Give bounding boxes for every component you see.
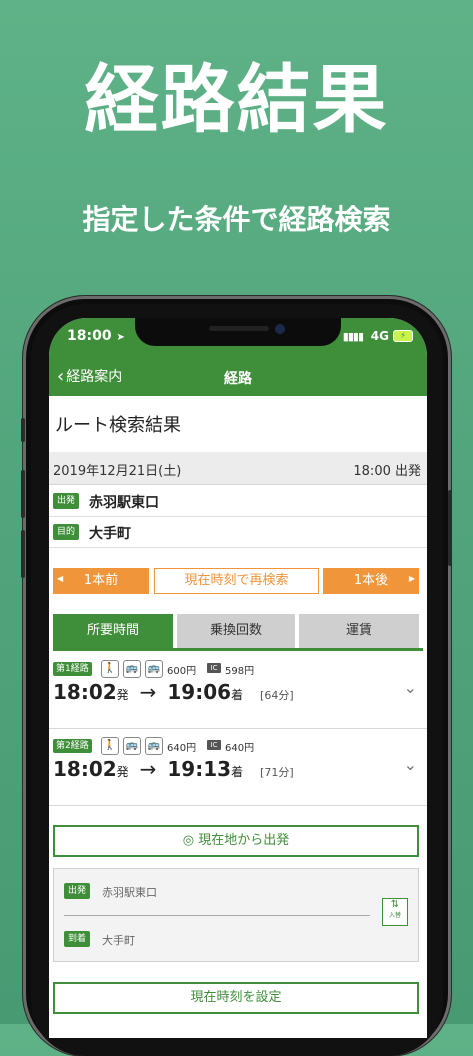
camera — [275, 324, 285, 334]
route-label: 第2経路 — [53, 739, 92, 753]
ic-card-icon: IC — [207, 663, 221, 673]
arrow-icon: → — [139, 757, 157, 781]
fare-ticket: 600円 — [167, 666, 197, 677]
notch — [135, 318, 341, 346]
form-dest-badge: 到着 — [64, 931, 91, 947]
walk-icon: 🚶 — [101, 660, 119, 678]
location-target-icon: ◎ — [182, 833, 195, 848]
form-origin-field[interactable]: 赤羽駅東口 — [102, 884, 157, 900]
depart-time: 18:02 — [53, 680, 117, 704]
next-train-label: 1本後 — [353, 573, 389, 588]
location-button-label: 現在地から出発 — [198, 833, 290, 848]
origin-row: 出発 赤羽駅東口 — [49, 486, 427, 517]
destination-badge: 目的 — [53, 524, 80, 540]
arrive-suffix: 着 — [231, 765, 244, 779]
swap-arrows-icon: ⇅ — [390, 899, 400, 910]
nav-title: 経路 — [224, 371, 252, 387]
route-duration: [64分] — [260, 689, 294, 702]
route-duration: [71分] — [260, 766, 294, 779]
destination-name: 大手町 — [89, 526, 131, 542]
swap-button[interactable]: ⇅ 入替 — [382, 898, 408, 926]
set-current-time-button[interactable]: 現在時刻を設定 — [53, 982, 419, 1014]
power-button — [448, 490, 452, 566]
next-train-button[interactable]: 1本後 ▶ — [323, 568, 419, 594]
tab-duration[interactable]: 所要時間 — [53, 614, 173, 648]
chevron-down-icon[interactable]: ⌄ — [404, 755, 417, 774]
route-times: 18:02発 → 19:06着 [64分] — [53, 680, 294, 704]
route-times: 18:02発 → 19:13着 [71分] — [53, 757, 294, 781]
form-origin-badge: 出発 — [64, 883, 91, 899]
chevron-down-icon[interactable]: ⌄ — [404, 678, 417, 697]
app-screen: 18:00 ➤ ▮▮▮▮ 4G ⚡ ‹ 経路案内 経路 ルート検索結果 2019年… — [49, 318, 427, 1038]
arrive-time: 19:06 — [167, 680, 232, 704]
walk-icon: 🚶 — [101, 737, 119, 755]
fare-ticket: 640円 — [167, 743, 197, 754]
prev-train-button[interactable]: ◀ 1本前 — [53, 568, 149, 594]
network-label: 4G — [370, 329, 389, 343]
triangle-left-icon: ◀ — [57, 574, 64, 583]
swap-label: 入替 — [388, 912, 401, 919]
volume-up-button — [21, 470, 25, 518]
route-card[interactable]: 第1経路 🚶 🚌 🚌 600円 IC 598円 18:02発 → 19:06着 … — [49, 652, 427, 729]
depart-suffix: 発 — [116, 765, 129, 779]
volume-down-button — [21, 530, 25, 578]
search-actions: ◀ 1本前 現在時刻で再検索 1本後 ▶ — [53, 568, 423, 596]
route-label: 第1経路 — [53, 662, 92, 676]
arrive-suffix: 着 — [231, 688, 244, 702]
tab-transfers[interactable]: 乗換回数 — [177, 614, 295, 648]
origin-name: 赤羽駅東口 — [89, 495, 159, 511]
route-search-form: 出発 赤羽駅東口 到着 大手町 ⇅ 入替 — [53, 868, 419, 962]
bus-icon: 🚌 — [145, 660, 163, 678]
arrive-time: 19:13 — [167, 757, 232, 781]
location-arrow-icon: ➤ — [116, 332, 125, 343]
ic-card-icon: IC — [207, 740, 221, 750]
destination-row: 目的 大手町 — [49, 517, 427, 548]
prev-train-label: 1本前 — [83, 573, 119, 588]
search-datetime-row: 2019年12月21日(土) 18:00 出発 — [49, 452, 427, 485]
mute-switch — [21, 418, 25, 442]
page-header: ルート検索結果 — [49, 396, 427, 453]
page-title: ルート検索結果 — [55, 415, 181, 436]
bus-icon: 🚌 — [145, 737, 163, 755]
search-time: 18:00 出発 — [353, 464, 421, 479]
promo-subtitle: 指定した条件で経路検索 — [82, 203, 391, 236]
tab-fare[interactable]: 運賃 — [299, 614, 419, 648]
fare-ic: 640円 — [225, 743, 255, 754]
origin-badge: 出発 — [53, 493, 80, 509]
search-date: 2019年12月21日(土) — [53, 464, 182, 479]
depart-from-current-location-button[interactable]: ◎ 現在地から出発 — [53, 825, 419, 857]
sort-tabs: 所要時間 乗換回数 運賃 — [53, 614, 423, 651]
bus-icon: 🚌 — [123, 737, 141, 755]
depart-time: 18:02 — [53, 757, 117, 781]
promo-title: 経路結果 — [84, 57, 389, 143]
signal-icon: ▮▮▮▮ — [342, 330, 364, 343]
nav-bar: ‹ 経路案内 経路 — [49, 360, 427, 396]
battery-icon: ⚡ — [393, 330, 413, 342]
route-card[interactable]: 第2経路 🚶 🚌 🚌 640円 IC 640円 18:02発 → 19:13着 … — [49, 729, 427, 806]
research-now-button[interactable]: 現在時刻で再検索 — [154, 568, 319, 594]
bus-icon: 🚌 — [123, 660, 141, 678]
speaker — [209, 326, 269, 331]
status-time: 18:00 ➤ — [67, 328, 125, 344]
form-destination-field[interactable]: 大手町 — [102, 932, 135, 948]
form-divider — [64, 915, 370, 916]
triangle-right-icon: ▶ — [408, 574, 415, 583]
fare-ic: 598円 — [225, 666, 255, 677]
arrow-icon: → — [139, 680, 157, 704]
depart-suffix: 発 — [116, 688, 129, 702]
